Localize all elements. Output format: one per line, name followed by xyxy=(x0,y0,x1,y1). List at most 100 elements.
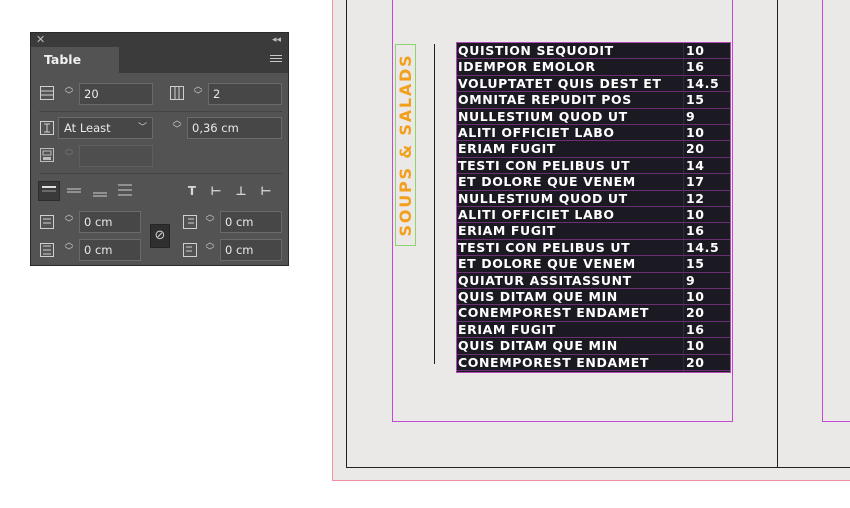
table-row[interactable]: ALITI OFFICIET LABO 10 xyxy=(457,125,730,142)
menu-item-name: ERIAM FUGIT xyxy=(458,223,557,239)
inset-top-field[interactable]: 0 cm xyxy=(79,211,141,233)
panel-titlebar[interactable]: ✕ ◂◂ xyxy=(31,33,288,47)
inset-right-stepper[interactable]: ︿ ﹀ xyxy=(203,239,217,261)
link-insets-button[interactable]: ⊘ xyxy=(150,224,170,248)
panel-tabbar: Table xyxy=(31,47,288,73)
columns-field[interactable]: 2 xyxy=(208,83,282,105)
menu-item-price: 10 xyxy=(686,207,705,222)
table-row[interactable]: TESTI CON PELIBUS UT 14.5 xyxy=(457,239,730,257)
table-row[interactable]: NULLESTIUM QUOD UT 12 xyxy=(457,191,730,207)
menu-item-price: 20 xyxy=(686,305,705,321)
menu-item-name: NULLESTIUM QUOD UT xyxy=(458,108,628,124)
table-row[interactable]: CONEMPOREST ENDAMET 20 xyxy=(457,305,730,322)
table-row[interactable]: QUIATUR ASSITASSUNT 9 xyxy=(457,273,730,289)
bleed-guide-bottom xyxy=(332,480,850,481)
inset-bottom-field[interactable]: 0 cm xyxy=(79,239,141,261)
menu-item-price: 16 xyxy=(686,321,705,337)
menu-item-name: ALITI OFFICIET LABO xyxy=(458,207,615,222)
menu-item-name: CONEMPOREST ENDAMET xyxy=(458,305,650,321)
justify-vertical-icon[interactable]: ⊢ xyxy=(258,183,274,199)
table-row[interactable]: OMNITAE REPUDIT POS 15 xyxy=(457,92,730,109)
menu-item-name: QUIATUR ASSITASSUNT xyxy=(458,272,632,288)
menu-item-price: 20 xyxy=(686,141,705,157)
inset-left-field[interactable]: 0 cm xyxy=(220,211,282,233)
margin-guides-right xyxy=(822,0,850,422)
row-height-stepper[interactable]: ︿ ﹀ xyxy=(170,117,184,139)
align-bottom-icon[interactable]: ⊥ xyxy=(233,183,249,199)
menu-item-price: 14.5 xyxy=(686,239,720,255)
row-height-mode-dropdown[interactable]: At Least ﹀ xyxy=(58,117,153,139)
table-panel: ✕ ◂◂ Table ︿ ﹀ 20 ︿ ﹀ 2 At Least ﹀ ︿ ﹀ 0,36… xyxy=(30,32,289,266)
table-row[interactable]: VOLUPTATET QUIS DEST ET 14.5 xyxy=(457,75,730,93)
rows-field[interactable]: 20 xyxy=(79,83,153,105)
menu-item-price: 16 xyxy=(686,223,705,239)
menu-item-price: 10 xyxy=(686,125,705,140)
menu-item-name: ALITI OFFICIET LABO xyxy=(458,125,615,140)
inset-top-icon xyxy=(40,215,54,229)
max-height-field[interactable] xyxy=(79,145,153,167)
border-all-icon xyxy=(118,184,132,196)
table-row[interactable]: NULLESTIUM QUOD UT 9 xyxy=(457,109,730,125)
table-row[interactable]: TESTI CON PELIBUS UT 14 xyxy=(457,157,730,175)
table-row[interactable]: ERIAM FUGIT 16 xyxy=(457,223,730,240)
inset-bottom-icon xyxy=(40,243,54,257)
table-row[interactable]: IDEMPOR EMOLOR 16 xyxy=(457,59,730,76)
menu-item-price: 16 xyxy=(686,59,705,75)
max-height-stepper[interactable]: ︿ ﹀ xyxy=(62,145,76,167)
menu-item-name: ERIAM FUGIT xyxy=(458,321,557,337)
table-row[interactable]: CONEMPOREST ENDAMET 20 xyxy=(457,355,730,371)
border-middle-button[interactable] xyxy=(64,181,86,201)
table-row[interactable]: QUIS DITAM QUE MIN 10 xyxy=(457,338,730,355)
collapse-panel-icon[interactable]: ◂◂ xyxy=(272,34,286,46)
menu-item-name: TESTI CON PELIBUS UT xyxy=(458,239,631,255)
menu-item-name: TESTI CON PELIBUS UT xyxy=(458,157,631,173)
link-icon: ⊘ xyxy=(154,228,166,243)
align-top-icon[interactable]: T xyxy=(184,183,200,199)
columns-icon xyxy=(170,86,184,100)
border-bottom-icon xyxy=(93,192,107,197)
menu-item-price: 14.5 xyxy=(686,75,720,91)
inset-bottom-stepper[interactable]: ︿ ﹀ xyxy=(62,239,76,261)
rows-icon xyxy=(40,86,54,100)
max-height-icon xyxy=(40,148,54,162)
menu-item-name: QUISTION SEQUODIT xyxy=(458,43,614,58)
border-top-button[interactable] xyxy=(38,181,60,201)
inset-right-field[interactable]: 0 cm xyxy=(220,239,282,261)
table-row[interactable]: QUISTION SEQUODIT 10 xyxy=(457,43,730,60)
inset-left-stepper[interactable]: ︿ ﹀ xyxy=(203,211,217,233)
row-height-icon xyxy=(40,121,54,135)
tab-table[interactable]: Table xyxy=(31,47,119,73)
inset-right-icon xyxy=(183,243,197,257)
row-height-mode-value: At Least xyxy=(64,121,111,135)
menu-item-price: 17 xyxy=(686,174,705,190)
inset-left-icon xyxy=(183,215,197,229)
bleed-guide xyxy=(332,0,333,481)
border-all-button[interactable] xyxy=(115,181,137,201)
border-bottom-button[interactable] xyxy=(90,181,112,201)
table-row[interactable]: ERIAM FUGIT 16 xyxy=(457,321,730,339)
table-row[interactable]: ET DOLORE QUE VENEM 15 xyxy=(457,256,730,273)
table-row[interactable]: QUIS DITAM QUE MIN 10 xyxy=(457,289,730,306)
heading-text-frame[interactable]: SOUPS & SALADS xyxy=(395,44,416,246)
table-row[interactable]: ERIAM FUGIT 20 xyxy=(457,141,730,158)
menu-item-price: 10 xyxy=(686,289,705,304)
panel-divider xyxy=(39,173,282,174)
inset-top-stepper[interactable]: ︿ ﹀ xyxy=(62,211,76,233)
panel-divider xyxy=(39,111,282,112)
menu-table[interactable]: QUISTION SEQUODIT 10 IDEMPOR EMOLOR 16 VOLUP… xyxy=(456,42,731,373)
close-icon[interactable]: ✕ xyxy=(36,34,46,46)
menu-item-name: ET DOLORE QUE VENEM xyxy=(458,174,636,190)
table-row[interactable]: ALITI OFFICIET LABO 10 xyxy=(457,207,730,224)
menu-item-name: OMNITAE REPUDIT POS xyxy=(458,92,632,108)
panel-menu-icon[interactable] xyxy=(270,55,282,65)
menu-item-price: 9 xyxy=(686,272,696,288)
border-middle-icon xyxy=(67,188,81,193)
rows-stepper[interactable]: ︿ ﹀ xyxy=(62,83,76,105)
table-row[interactable]: ET DOLORE QUE VENEM 17 xyxy=(457,174,730,191)
align-center-icon[interactable]: ⊢ xyxy=(208,183,224,199)
row-height-field[interactable]: 0,36 cm xyxy=(187,117,282,139)
chevron-down-icon: ﹀ xyxy=(137,123,147,133)
menu-item-name: ET DOLORE QUE VENEM xyxy=(458,256,636,272)
columns-stepper[interactable]: ︿ ﹀ xyxy=(191,83,205,105)
vertical-rule[interactable] xyxy=(434,44,435,364)
